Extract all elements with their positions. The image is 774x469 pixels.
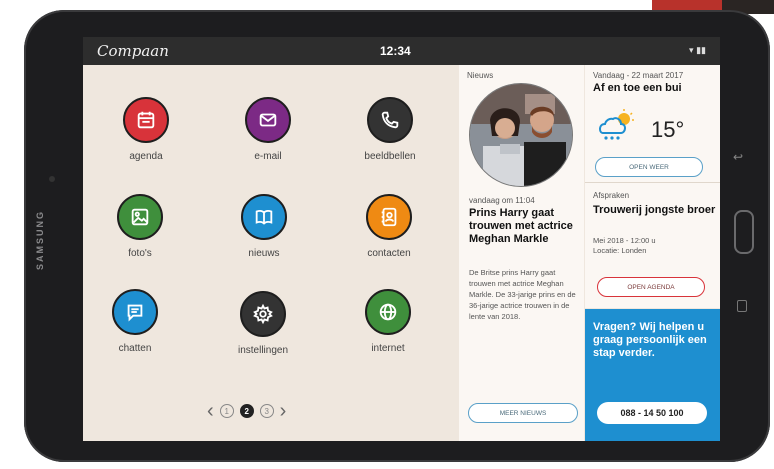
app-label: agenda — [129, 151, 163, 162]
chat-icon — [112, 289, 158, 335]
app-label: foto's — [128, 248, 152, 259]
page-dot-active[interactable]: 2 — [239, 404, 254, 418]
app-chatten[interactable]: chatten — [85, 289, 185, 369]
page-dot[interactable]: 3 — [259, 404, 274, 418]
gear-icon — [240, 291, 286, 337]
app-fotos[interactable]: foto's — [90, 194, 190, 274]
app-agenda[interactable]: agenda — [96, 97, 196, 177]
phone-number-button[interactable]: 088 - 14 50 100 — [597, 402, 707, 424]
weather-title: Af en toe een bui — [593, 82, 682, 94]
front-camera — [49, 176, 55, 182]
chevron-left-icon[interactable]: ‹ — [207, 401, 214, 421]
app-email[interactable]: e-mail — [218, 97, 318, 177]
app-label: internet — [371, 343, 405, 354]
app-contacten[interactable]: contacten — [339, 194, 439, 274]
temperature: 15° — [651, 117, 685, 142]
tablet-screen: Compaan 12:34 ▾ ▮▮ agenda e-mail beeldbe… — [83, 37, 720, 441]
app-label: instellingen — [237, 345, 289, 356]
app-label: beeldbellen — [364, 151, 416, 162]
more-news-button[interactable]: MEER NIEUWS — [468, 403, 578, 423]
app-nieuws[interactable]: nieuws — [214, 194, 314, 274]
home-hardware-button[interactable] — [734, 210, 754, 254]
battery-icon: ▮▮ — [696, 45, 706, 55]
contacts-icon — [366, 194, 412, 240]
device-brand: SAMSUNG — [35, 210, 45, 271]
recent-apps-hardware-button[interactable] — [737, 300, 747, 312]
open-weather-button[interactable]: OPEN WEER — [595, 157, 703, 177]
weather-shower-icon — [597, 107, 637, 147]
status-bar: Compaan 12:34 ▾ ▮▮ — [83, 37, 720, 65]
page-indicator: ‹ 1 2 3 › — [207, 401, 317, 421]
news-headline[interactable]: Prins Harry gaat trouwen met actrice Meg… — [469, 207, 579, 246]
appointment-time: Mei 2018 - 12:00 u — [593, 236, 656, 245]
app-label: nieuws — [248, 248, 280, 259]
weather-panel: Vandaag - 22 maart 2017 Af en toe een bu… — [585, 65, 720, 183]
status-clock: 12:34 — [380, 44, 411, 58]
status-icons: ▾ ▮▮ — [689, 45, 706, 56]
image-icon — [117, 194, 163, 240]
help-panel: Vragen? Wij helpen u graag persoonlijk e… — [585, 309, 720, 441]
appointments-section-label: Afspraken — [593, 191, 630, 200]
app-beeldbellen[interactable]: beeldbellen — [340, 97, 440, 177]
app-title: Compaan — [97, 42, 169, 60]
app-label: chatten — [118, 343, 152, 354]
calendar-icon — [123, 97, 169, 143]
app-label: contacten — [367, 248, 411, 259]
app-instellingen[interactable]: instellingen — [213, 291, 313, 371]
app-internet[interactable]: internet — [338, 289, 438, 369]
news-date: vandaag om 11:04 — [469, 196, 535, 205]
news-photo[interactable] — [469, 83, 573, 187]
chevron-right-icon[interactable]: › — [280, 401, 287, 421]
book-icon — [241, 194, 287, 240]
mail-icon — [245, 97, 291, 143]
app-label: e-mail — [254, 151, 282, 162]
globe-icon — [365, 289, 411, 335]
page-dot[interactable]: 1 — [219, 404, 234, 418]
help-text: Vragen? Wij helpen u graag persoonlijk e… — [593, 321, 707, 359]
news-panel: Nieuws vandaag om 11:04 Prins Harry gaat… — [459, 65, 584, 441]
appointment-title[interactable]: Trouwerij jongste broer — [593, 204, 717, 217]
back-hardware-button[interactable]: ↩ — [733, 150, 743, 164]
wifi-icon: ▾ — [689, 45, 694, 55]
news-body: De Britse prins Harry gaat trouwen met a… — [469, 268, 576, 321]
open-agenda-button[interactable]: OPEN AGENDA — [597, 277, 705, 297]
weather-date: Vandaag - 22 maart 2017 — [593, 71, 684, 80]
phone-icon — [367, 97, 413, 143]
news-section-label: Nieuws — [467, 71, 494, 80]
appointment-location: Locatie: Londen — [593, 246, 647, 255]
appointments-panel: Afspraken Trouwerij jongste broer Mei 20… — [585, 183, 720, 308]
